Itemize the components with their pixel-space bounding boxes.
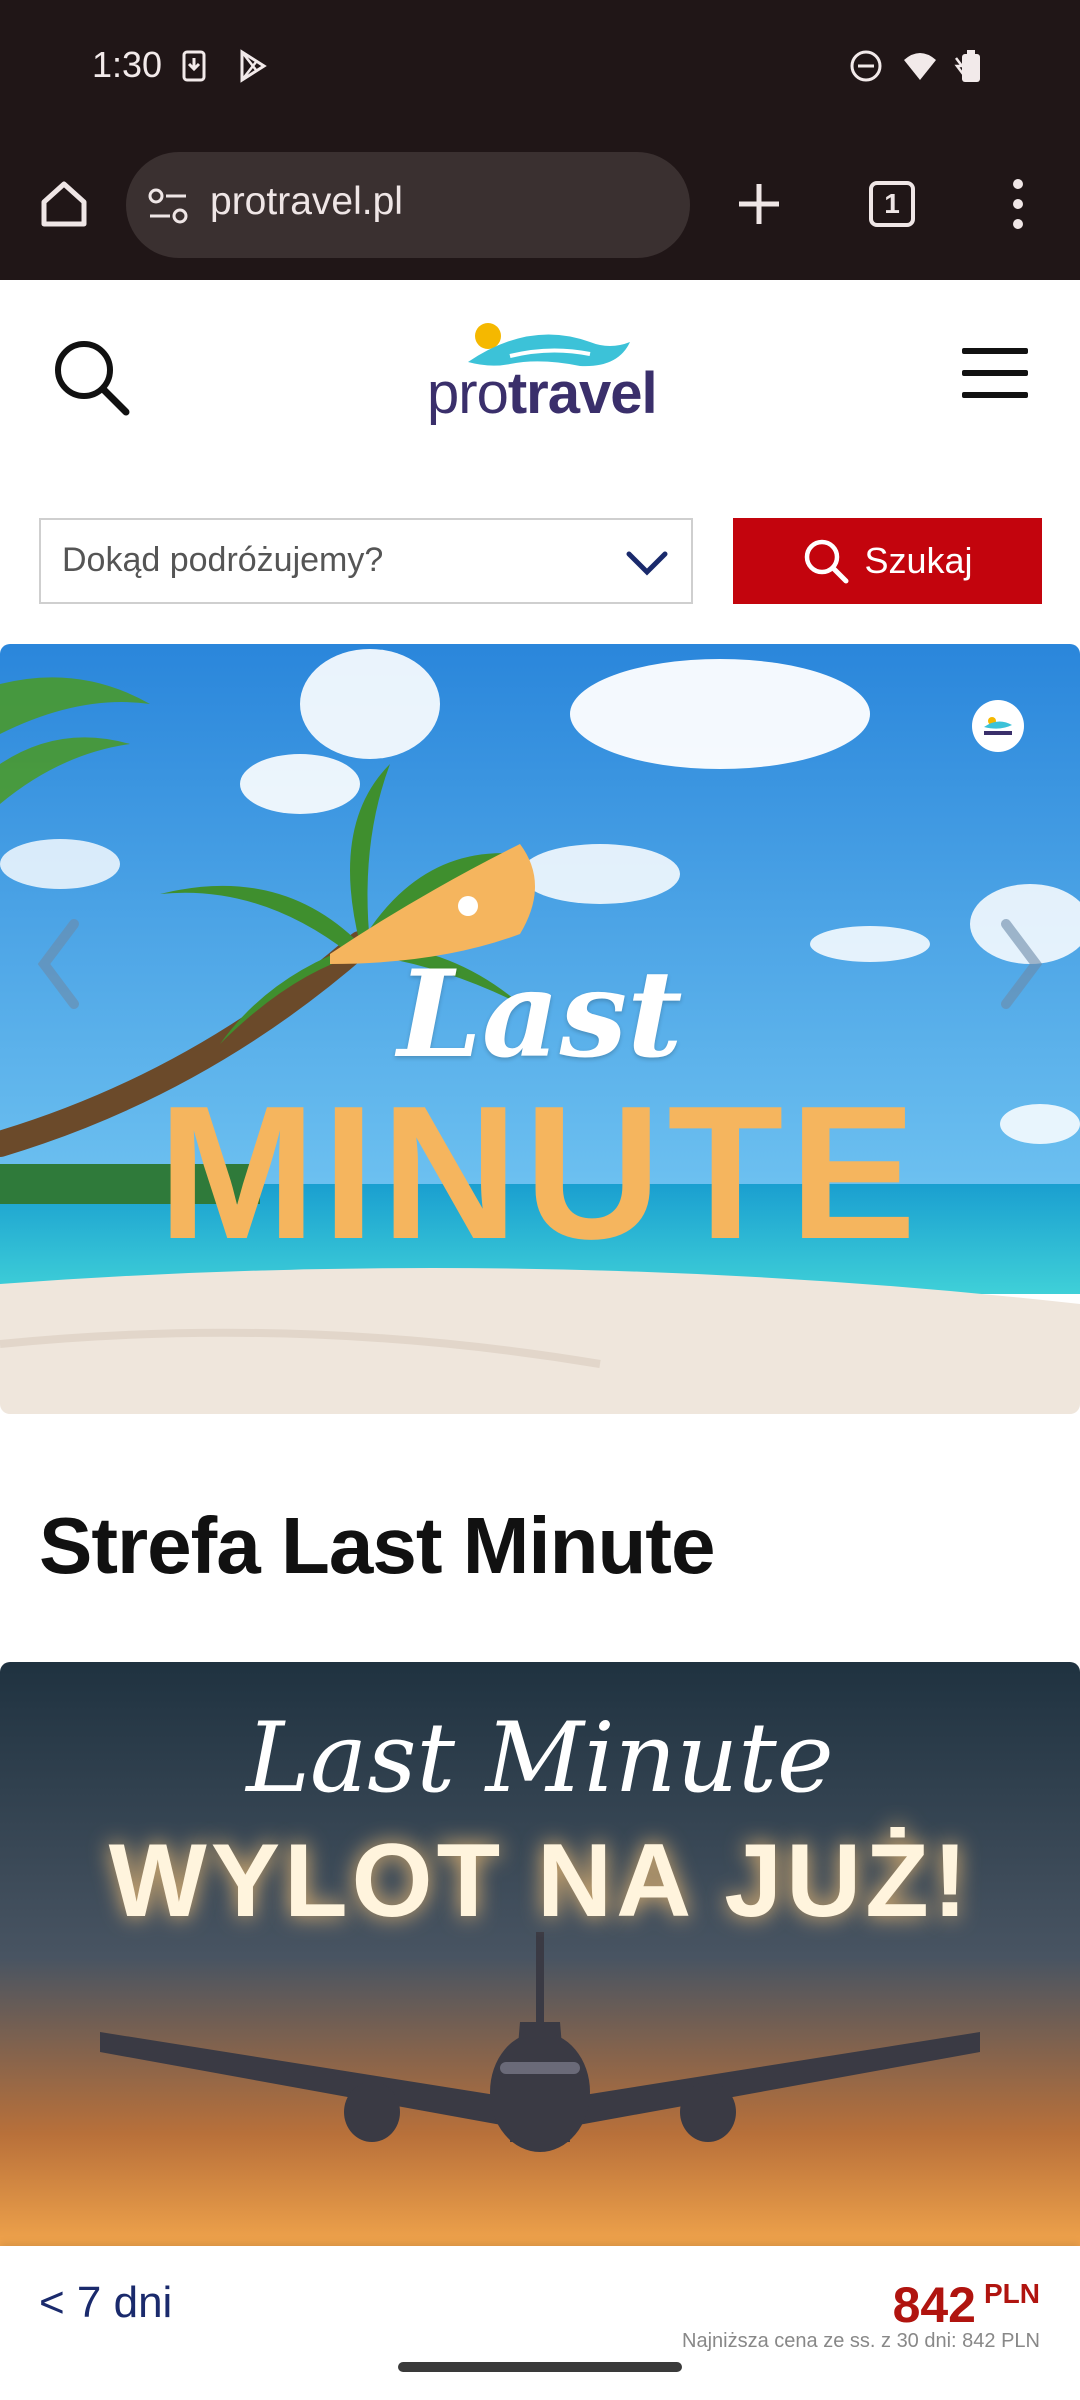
status-time: 1:30 [92,44,163,85]
logo-bold: travel [507,361,658,426]
site-header: protravel [0,282,1080,472]
tabs-icon[interactable]: 1 [856,168,928,240]
offer-price: 842 PLN [893,2276,1040,2334]
browser-chrome: 1:30 protravel.pl 1 [0,0,1080,280]
status-bar: 1:30 [0,0,1080,135]
bottom-offer-bar[interactable]: < 7 dni 842 PLN Najniższa cena ze ss. z 3… [0,2246,1080,2400]
site-settings-icon[interactable] [146,184,190,228]
price-note: Najniższa cena ze ss. z 30 dni: 842 PLN [682,2330,1040,2352]
home-indicator[interactable] [398,2362,682,2372]
menu-icon[interactable] [956,334,1036,414]
dnd-icon [850,50,882,82]
tab-count: 1 [869,181,915,227]
home-icon[interactable] [28,168,100,240]
destination-placeholder: Dokąd podróżujemy? [62,541,384,579]
logo-light: pro [427,361,509,426]
chevron-down-icon [626,551,668,576]
section-title: Strefa Last Minute [39,1501,715,1590]
promo-banner[interactable]: Last Minute WYLOT NA JUŻ! [0,1662,1080,2252]
search-icon[interactable] [46,332,136,422]
battery-icon [954,50,980,82]
carousel-prev-icon[interactable] [30,914,90,1014]
search-button-label: Szukaj [864,540,973,581]
address-bar[interactable]: protravel.pl [126,152,690,258]
promo-script-text: Last Minute [246,1702,834,1814]
play-store-icon [240,49,267,83]
logo-text[interactable]: protravel [427,360,658,427]
search-button[interactable]: Szukaj [733,518,1042,604]
wifi-icon [904,53,936,80]
more-icon[interactable] [982,168,1054,240]
new-tab-icon[interactable] [723,168,795,240]
hero-title-big: MINUTE [157,1067,923,1279]
download-icon [182,50,206,82]
days-filter-link[interactable]: < 7 dni [39,2278,172,2328]
carousel-next-icon[interactable] [990,914,1050,1014]
url-text[interactable]: protravel.pl [210,180,403,224]
destination-select[interactable]: Dokąd podróżujemy? [39,518,693,604]
hero-logo-badge [972,700,1024,752]
price-value: 842 [892,2277,976,2333]
promo-headline: WYLOT NA JUŻ! [108,1823,972,1939]
hero-banner[interactable]: Last MINUTE [0,644,1080,1414]
price-currency: PLN [984,2278,1040,2309]
search-icon [805,539,849,584]
